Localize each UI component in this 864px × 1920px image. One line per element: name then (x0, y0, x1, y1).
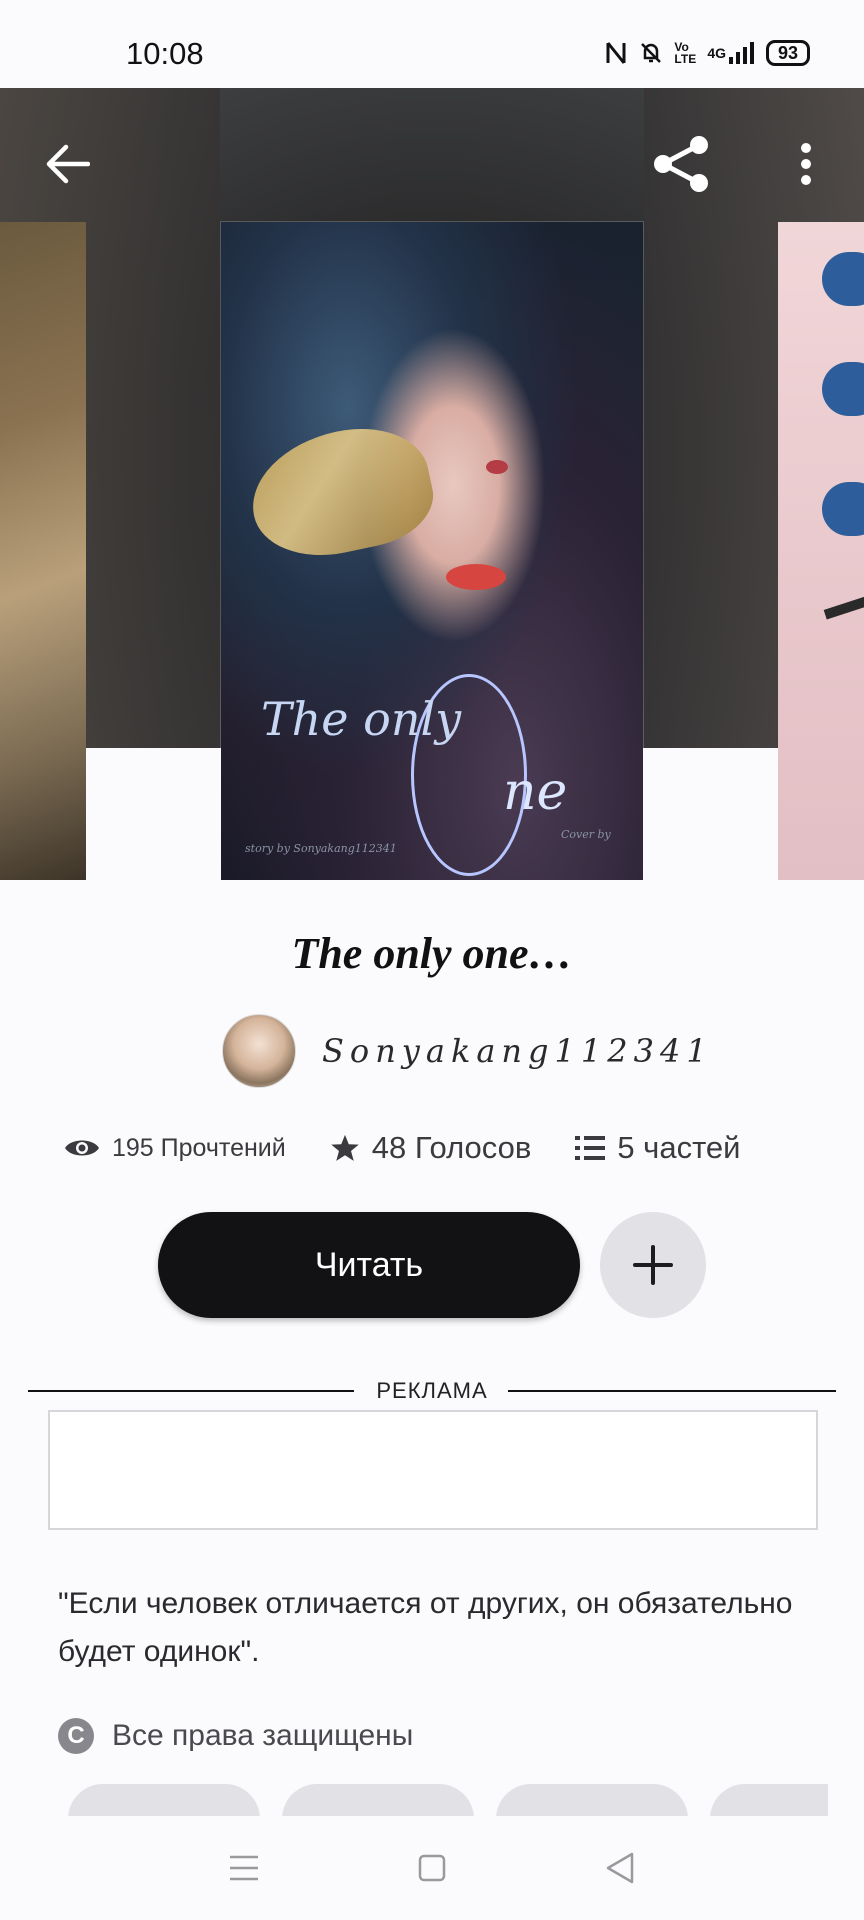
votes-count: 48 Голосов (371, 1130, 532, 1165)
cover-lips-art (446, 564, 506, 590)
side-decoration (822, 482, 864, 536)
volte-icon: Vo LTE (674, 40, 697, 66)
read-button[interactable]: Читать (158, 1212, 580, 1318)
votes-stat: 48 Голосов (330, 1130, 532, 1166)
eye-icon (65, 1140, 99, 1156)
more-menu-button[interactable] (770, 128, 842, 200)
4g-signal-icon: 4G (707, 42, 754, 64)
bell-off-icon (639, 41, 663, 65)
tag-chip[interactable] (496, 1784, 688, 1816)
nfc-icon (605, 41, 627, 65)
cover-previous[interactable] (0, 222, 86, 880)
share-icon (654, 136, 708, 192)
nav-menu-button[interactable] (214, 1838, 274, 1898)
list-icon (575, 1136, 606, 1160)
nav-back-button[interactable] (590, 1838, 650, 1898)
cover-title-text: The only (261, 692, 462, 746)
book-description: "Если человек отличается от других, он о… (58, 1587, 793, 1668)
star-icon (330, 1134, 359, 1161)
author-link[interactable]: Sonyakang112341 (222, 1014, 713, 1088)
network-label: 4G (707, 45, 726, 61)
menu-icon (230, 1855, 258, 1881)
status-bar: 10:08 Vo LTE 4G 93 (0, 0, 864, 88)
arrow-left-icon (46, 144, 90, 184)
copyright-row: C Все права защищены (58, 1718, 413, 1754)
book-cover[interactable]: The only ne story by Sonyakang112341 Cov… (221, 222, 643, 880)
cover-eye-art (486, 460, 508, 474)
back-button[interactable] (32, 128, 104, 200)
status-time: 10:08 (126, 36, 204, 71)
author-avatar[interactable] (222, 1014, 296, 1088)
copyright-icon: C (58, 1718, 94, 1754)
triangle-back-icon (606, 1852, 634, 1884)
side-decoration (823, 594, 864, 620)
system-nav-bar (0, 1816, 864, 1920)
side-decoration (822, 362, 864, 416)
ad-divider: РЕКЛАМА (28, 1378, 836, 1412)
copyright-label: Все права защищены (112, 1719, 414, 1752)
ad-banner[interactable] (48, 1410, 818, 1530)
parts-count[interactable]: 5 частей (617, 1130, 740, 1166)
tag-chip[interactable] (68, 1784, 260, 1816)
parts-stat[interactable]: 5 частей (575, 1130, 740, 1166)
add-to-library-button[interactable] (600, 1212, 706, 1318)
plus-icon (633, 1245, 673, 1285)
read-button-label: Читать (314, 1245, 424, 1284)
author-name[interactable]: Sonyakang112341 (322, 1032, 713, 1070)
square-icon (418, 1854, 446, 1882)
reads-count: 195 Прочтений (112, 1133, 286, 1162)
book-title: The only one… (291, 929, 573, 978)
cover-credit-left: story by Sonyakang112341 (245, 842, 397, 855)
share-button[interactable] (645, 128, 717, 200)
cover-one-text: ne (503, 762, 568, 822)
book-stats: 195 Прочтений 48 Голосов 5 частей (64, 1130, 824, 1166)
battery-icon: 93 (766, 40, 810, 66)
more-vertical-icon (801, 143, 811, 185)
cover-next[interactable] (778, 222, 864, 880)
tag-chip[interactable] (282, 1784, 474, 1816)
tag-chip[interactable] (710, 1784, 828, 1816)
nav-home-button[interactable] (402, 1838, 462, 1898)
cover-mask-art (240, 414, 442, 570)
status-icons: Vo LTE 4G 93 (605, 40, 810, 66)
cover-credit-right: Cover by (561, 828, 611, 841)
tags-row (68, 1784, 828, 1816)
ad-line-right (508, 1390, 836, 1392)
side-decoration (822, 252, 864, 306)
reads-stat: 195 Прочтений (64, 1134, 286, 1163)
